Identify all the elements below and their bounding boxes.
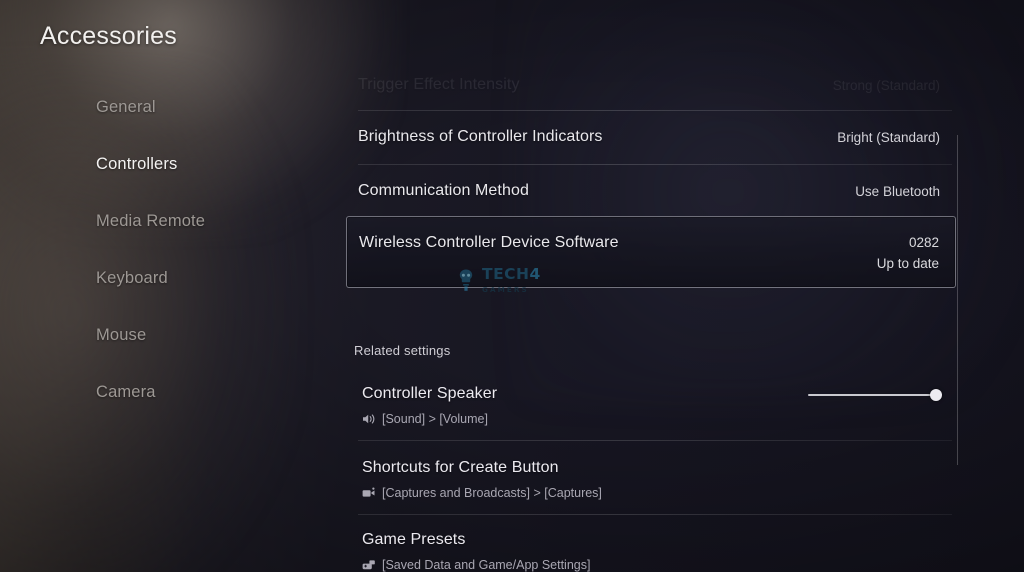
related-item-breadcrumb-text: [Captures and Broadcasts] > [Captures] (382, 486, 602, 500)
slider-knob[interactable] (930, 389, 942, 401)
settings-panel: Trigger Effect Intensity Strong (Standar… (346, 0, 1024, 572)
speaker-icon (362, 413, 376, 426)
setting-value: Bright (Standard) (837, 130, 940, 145)
setting-value: Strong (Standard) (832, 78, 940, 93)
slider-track[interactable] (808, 394, 936, 396)
left-column: Accessories General Controllers Media Re… (0, 0, 346, 572)
related-item-title: Controller Speaker (362, 385, 498, 402)
setting-label: Communication Method (358, 182, 529, 199)
related-item-breadcrumb: [Captures and Broadcasts] > [Captures] (362, 486, 602, 500)
page-title: Accessories (40, 22, 177, 50)
related-item-breadcrumb: [Saved Data and Game/App Settings] (362, 558, 590, 572)
sidebar-item-label: Keyboard (96, 269, 168, 287)
sidebar-item-general[interactable]: General (96, 96, 326, 153)
setting-row-wireless-controller-device-software[interactable]: Wireless Controller Device Software 0282… (346, 216, 956, 288)
related-divider (358, 514, 952, 515)
device-software-version: 0282 (908, 235, 939, 250)
sidebar-nav: General Controllers Media Remote Keyboar… (96, 96, 326, 438)
sidebar-item-label: Controllers (96, 155, 178, 173)
sidebar-item-label: Media Remote (96, 212, 206, 230)
setting-label: Wireless Controller Device Software (359, 234, 619, 251)
gamepad-icon (362, 559, 376, 572)
sidebar-item-media-remote[interactable]: Media Remote (96, 210, 326, 267)
page-scrollbar[interactable] (957, 135, 958, 465)
sidebar-item-label: Camera (96, 383, 156, 401)
related-item-breadcrumb-text: [Saved Data and Game/App Settings] (382, 558, 591, 572)
device-software-status: Up to date (876, 256, 939, 271)
row-divider (358, 110, 952, 111)
row-divider (358, 164, 952, 165)
related-item-title: Game Presets (362, 531, 466, 548)
related-item-breadcrumb: [Sound] > [Volume] (362, 412, 488, 426)
sidebar-item-camera[interactable]: Camera (96, 381, 326, 438)
related-settings-heading: Related settings (354, 343, 451, 358)
related-item-title: Shortcuts for Create Button (362, 459, 559, 476)
sidebar-item-controllers[interactable]: Controllers (96, 153, 326, 210)
related-divider (358, 440, 952, 441)
related-item-breadcrumb-text: [Sound] > [Volume] (382, 412, 488, 426)
capture-icon (362, 487, 376, 500)
sidebar-item-mouse[interactable]: Mouse (96, 324, 326, 381)
sidebar-item-keyboard[interactable]: Keyboard (96, 267, 326, 324)
setting-label: Trigger Effect Intensity (358, 76, 520, 93)
sidebar-item-label: General (96, 98, 156, 116)
sidebar-item-label: Mouse (96, 326, 147, 344)
setting-value: Use Bluetooth (855, 184, 940, 199)
controller-speaker-slider[interactable] (808, 388, 942, 402)
setting-label: Brightness of Controller Indicators (358, 128, 603, 145)
